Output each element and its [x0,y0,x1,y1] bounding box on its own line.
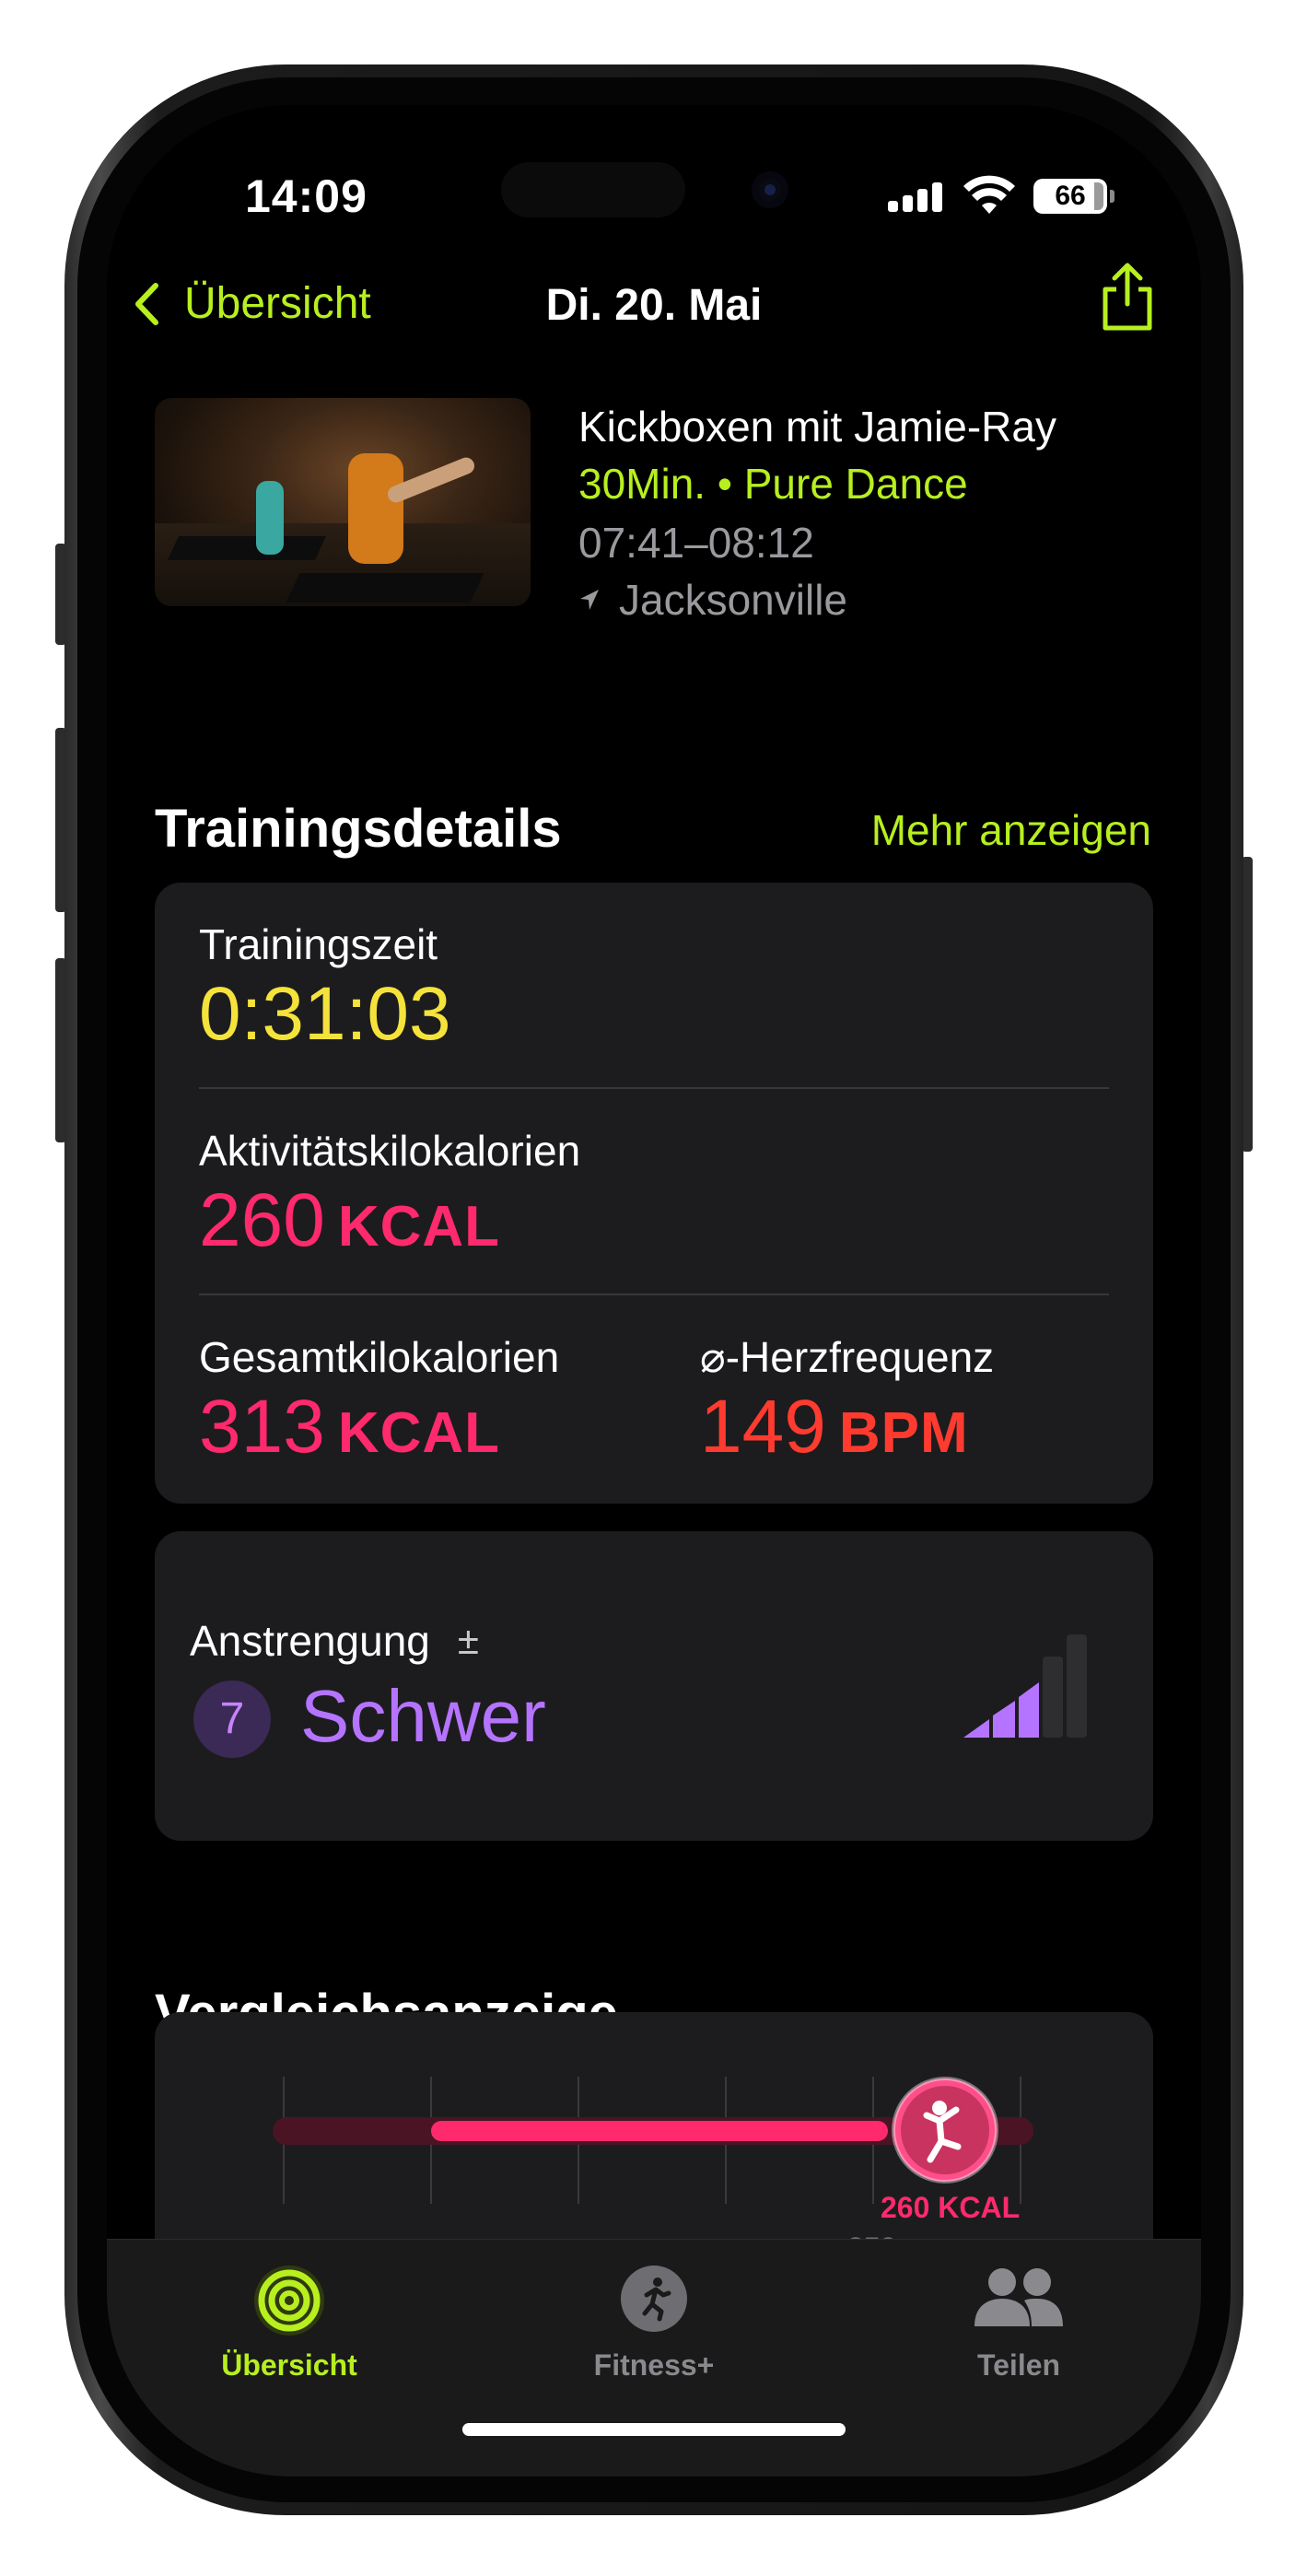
effort-bars-icon [963,1634,1087,1738]
screen: 14:09 66 Übersicht Di. 20. Mai Kickboxen… [107,105,1201,2476]
fitness-runner-icon [621,2266,687,2332]
workout-subtitle[interactable]: 30Min. • Pure Dance [578,459,968,509]
cellular-signal-icon [888,182,945,212]
training-details-title: Trainingsdetails [155,799,562,859]
avg-heart-rate-unit: BPM [838,1401,969,1465]
effort-label-row: Anstrengung ± [190,1616,479,1666]
effort-level: Schwer [300,1675,546,1757]
workout-location: Jacksonville [578,575,847,625]
sharing-people-icon [974,2268,1063,2326]
tab-bar: Übersicht Fitness+ Teilen [107,2239,1201,2476]
workout-thumbnail[interactable] [155,398,531,606]
total-kcal-value: 313 KCAL [199,1384,500,1470]
duration-label: Trainingszeit [199,920,438,968]
activity-rings-icon [254,2266,324,2336]
status-time: 14:09 [245,170,368,222]
tab-fitness-plus-label: Fitness+ [593,2348,715,2382]
show-more-link[interactable]: Mehr anzeigen [871,805,1151,855]
home-indicator[interactable] [462,2423,846,2436]
total-kcal-unit: KCAL [337,1401,501,1465]
effort-card[interactable]: Anstrengung ± 7 Schwer [155,1531,1153,1841]
avg-heart-rate-value: 149 BPM [700,1384,969,1470]
tab-sharing-label: Teilen [976,2348,1061,2382]
effort-label: Anstrengung [190,1617,430,1665]
workout-time-range: 07:41–08:12 [578,519,814,567]
battery-icon: 66 [1033,179,1114,214]
total-kcal-label: Gesamtkilokalorien [199,1333,560,1381]
dynamic-island [501,162,685,217]
wifi-icon [963,175,1015,214]
training-details-card: Trainingszeit 0:31:03 Aktivitätskilokalo… [155,883,1153,1504]
total-kcal-number: 313 [199,1385,325,1469]
workout-title: Kickboxen mit Jamie-Ray [578,403,1056,451]
front-camera [752,171,788,208]
active-kcal-number: 260 [199,1178,325,1262]
avg-heart-rate-number: 149 [700,1385,826,1469]
divider [199,1087,1109,1089]
avg-heart-rate-label: ⌀-Herzfrequenz [700,1333,995,1381]
duration-value: 0:31:03 [199,972,451,1056]
location-label: Jacksonville [619,576,847,624]
active-kcal-label: Aktivitätskilokalorien [199,1127,581,1175]
share-icon[interactable] [1098,262,1157,332]
location-arrow-icon [580,590,599,610]
effort-rating-badge: 7 [193,1680,271,1758]
adjust-effort-icon[interactable]: ± [458,1619,479,1663]
active-kcal-unit: KCAL [337,1195,501,1259]
gauge-range [431,2121,888,2141]
current-kcal-label: 260 KCAL [881,2191,1021,2224]
divider [199,1294,1109,1295]
battery-level: 66 [1055,181,1086,211]
tab-summary-label: Übersicht [221,2348,357,2382]
page-title: Di. 20. Mai [545,281,763,330]
active-kcal-value: 260 KCAL [199,1177,500,1264]
gauge-marker [892,2077,998,2184]
